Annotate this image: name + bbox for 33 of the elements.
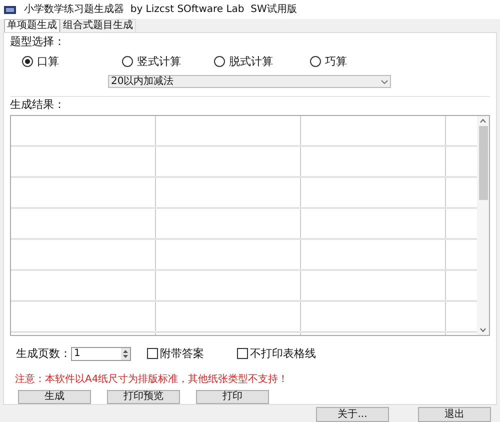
radio-label: 脱式计算 (229, 54, 273, 70)
chevron-down-icon (381, 80, 388, 84)
spin-arrows-icon (121, 348, 130, 360)
scrollbar[interactable] (477, 116, 489, 334)
scroll-down-icon (480, 328, 486, 332)
radio-button[interactable] (214, 56, 225, 68)
radio-label: 巧算 (325, 54, 347, 70)
action-button[interactable]: 生成 (18, 390, 91, 404)
tab[interactable]: 组合式题目生成 (60, 19, 136, 32)
section-label: 题型选择： (10, 34, 66, 50)
checkbox-label: 不打印表格线 (250, 346, 316, 362)
app-icon (4, 6, 16, 14)
radio-button[interactable] (122, 56, 133, 68)
scroll-up-icon (480, 118, 486, 122)
checkbox[interactable] (147, 348, 158, 360)
dropdown[interactable]: 20以内加减法 (108, 75, 391, 88)
radio-button[interactable] (22, 56, 33, 68)
footer-button[interactable]: 退出 (418, 407, 491, 422)
window-title: 小学数学练习题生成器 by Lizcst SOftware Lab SW试用版 (24, 2, 297, 17)
action-button[interactable]: 打印 (196, 390, 269, 404)
checkbox-label: 附带答案 (160, 346, 204, 362)
footer-button[interactable]: 关于... (316, 407, 389, 422)
action-button[interactable]: 打印预览 (107, 390, 180, 404)
warning-notice: 注意：本软件以A4纸尺寸为排版标准，其他纸张类型不支持！ (14, 372, 290, 387)
field-label: 生成页数： (16, 346, 71, 362)
radio-button[interactable] (310, 56, 321, 68)
section-label: 生成结果： (10, 97, 66, 113)
scrollbar-thumb[interactable] (478, 126, 488, 200)
radio-label: 竖式计算 (137, 54, 181, 70)
checkbox[interactable] (237, 348, 248, 360)
page-count-spinbox[interactable]: 1 (71, 346, 131, 361)
radio-label: 口算 (37, 54, 59, 70)
tab[interactable]: 单项题生成 (4, 19, 60, 32)
